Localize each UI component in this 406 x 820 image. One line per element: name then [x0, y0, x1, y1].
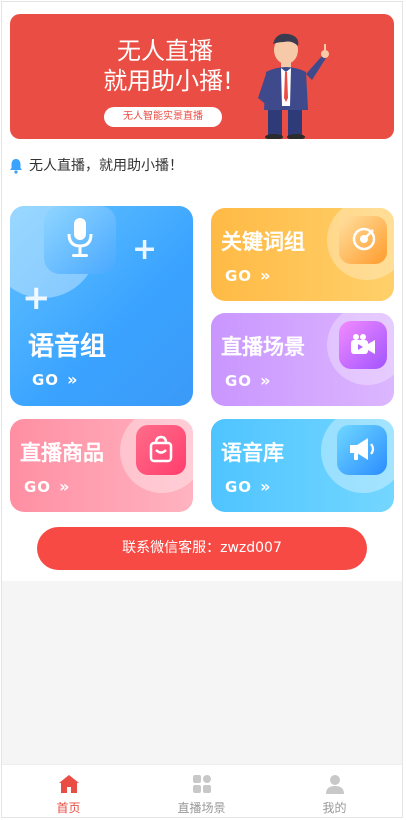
tab-live-scene[interactable]: 直播场景 [135, 765, 268, 817]
promo-banner[interactable]: 无人直播 就用助小播! 无人智能实景直播 [10, 14, 394, 139]
banner-title-line1: 无人直播 [117, 37, 213, 65]
banner-pill: 无人智能实景直播 [104, 107, 222, 127]
bottom-tabbar: 首页 直播场景 我的 [2, 764, 402, 817]
tab-label: 首页 [56, 801, 81, 815]
card-title: 语音库 [221, 441, 284, 465]
banner-title-line2: 就用助小播! [103, 67, 233, 95]
card-live-goods[interactable]: 直播商品 GO» [10, 419, 193, 512]
presenter-illustration-icon [258, 33, 329, 139]
microphone-icon [67, 218, 93, 257]
tab-label: 直播场景 [177, 801, 226, 815]
feature-grid: + + 语音组 GO» 关键词组 GO» 直播场景 GO » 直播商品 GO »… [2, 182, 402, 515]
video-camera-icon [351, 334, 375, 354]
notice-text: 无人直播，就用助小播！ [29, 158, 183, 174]
card-voice-group[interactable]: + + 语音组 GO» [10, 206, 193, 406]
card-title: 直播场景 [221, 335, 305, 359]
home-icon [59, 775, 79, 793]
card-go: GO» [32, 370, 79, 389]
app-frame: 无人直播 就用助小播! 无人智能实景直播 无人直播，就用助小播！ + + 语音组… [1, 1, 403, 818]
user-icon [326, 775, 344, 794]
card-go: GO» [225, 266, 272, 285]
card-title: 直播商品 [20, 441, 104, 465]
plus-icon: + [132, 232, 158, 267]
contact-section: 联系微信客服：zwzd007 [2, 515, 402, 581]
card-go: GO» [24, 477, 71, 496]
contact-wechat-button[interactable]: 联系微信客服：zwzd007 [37, 527, 367, 570]
megaphone-icon [350, 438, 375, 460]
card-go: GO» [225, 477, 272, 496]
shopping-bag-icon [149, 435, 173, 463]
card-voice-library[interactable]: 语音库 GO» [211, 419, 394, 512]
card-title: 关键词组 [221, 230, 305, 254]
bell-icon [10, 159, 22, 174]
tab-mine[interactable]: 我的 [268, 765, 401, 817]
card-live-scene[interactable]: 直播场景 GO» [211, 313, 394, 406]
card-keyword-group[interactable]: 关键词组 GO» [211, 208, 394, 301]
notice-bar: 无人直播，就用助小播！ [2, 152, 402, 180]
tab-home[interactable]: 首页 [2, 765, 135, 817]
card-title: 语音组 [28, 332, 107, 362]
plus-icon: + [22, 278, 51, 318]
target-icon [352, 227, 376, 251]
grid-icon [193, 775, 211, 793]
tab-label: 我的 [322, 801, 347, 815]
card-go: GO» [225, 371, 272, 390]
